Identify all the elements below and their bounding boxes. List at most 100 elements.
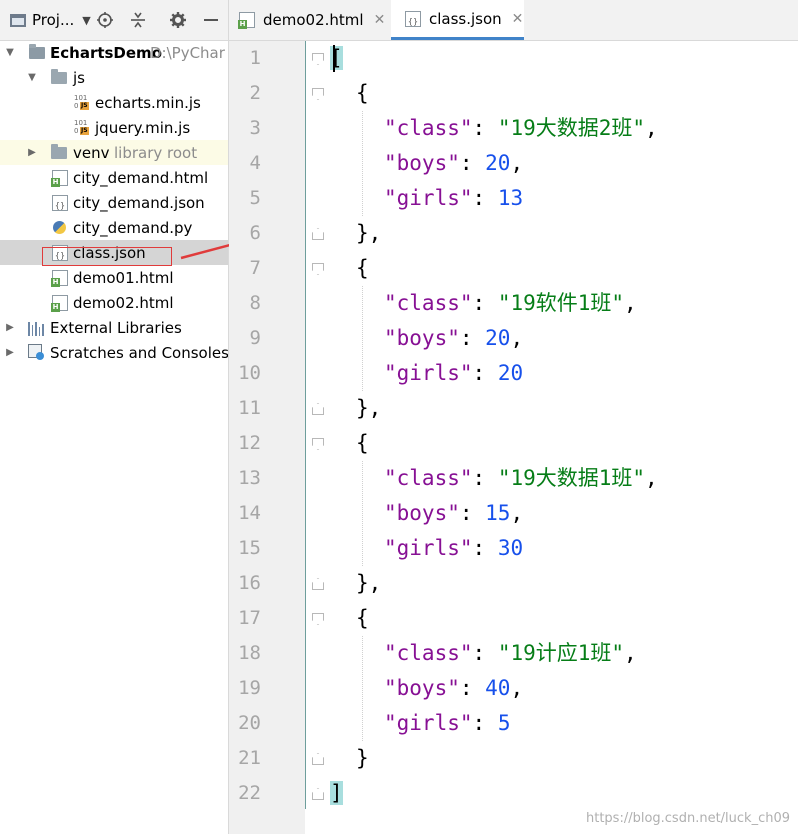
json-string-value: "19软件1班"	[497, 291, 625, 315]
tab-label: class.json	[429, 9, 502, 28]
json-number-value: 15	[485, 501, 511, 525]
indent-guide	[362, 636, 363, 741]
code-line: "boys": 20,	[384, 146, 523, 181]
json-key: "class"	[384, 466, 473, 490]
tree-item-label: jquery.min.js	[95, 118, 191, 137]
code-line: },	[356, 391, 381, 426]
tree-item-echarts-min-js[interactable]: 101 0 JS echarts.min.js	[0, 90, 228, 115]
indent-guide	[362, 461, 363, 566]
line-number: 19	[238, 677, 261, 699]
collapse-all-button[interactable]	[127, 0, 149, 40]
code-line: {	[356, 251, 369, 286]
line-number: 21	[238, 747, 261, 769]
tree-item-demo02-html[interactable]: demo02.html	[0, 290, 228, 315]
json-number-value: 20	[497, 361, 524, 385]
json-brace: },	[356, 396, 382, 420]
tree-item-scratches-and-consoles[interactable]: ▶ Scratches and Consoles	[0, 340, 228, 365]
json-key: "class"	[384, 291, 473, 315]
line-number: 20	[238, 712, 261, 734]
json-file-icon: {}	[52, 195, 68, 211]
hide-panel-button[interactable]	[200, 0, 222, 40]
library-root-hint: library root	[114, 143, 198, 162]
json-number-value: 5	[497, 711, 511, 735]
json-file-icon: {}	[405, 10, 421, 27]
collapsed-arrow-icon[interactable]: ▶	[4, 347, 16, 359]
line-number: 6	[249, 222, 261, 244]
collapse-all-icon	[131, 12, 145, 28]
code-line: {	[356, 601, 369, 636]
code-line: "girls": 20	[384, 356, 523, 391]
json-brace: },	[356, 571, 382, 595]
project-view-selector[interactable]: Proj... ▼	[10, 0, 91, 40]
tree-item-label: js	[73, 68, 85, 87]
tree-item-external-libraries[interactable]: ▶ External Libraries	[0, 315, 228, 340]
tree-item-js[interactable]: ▼ js	[0, 65, 228, 90]
line-number: 10	[238, 362, 261, 384]
tree-item-echartsdemo[interactable]: ▼ EchartsDemo D:\PyChar	[0, 40, 228, 65]
expanded-arrow-icon[interactable]: ▼	[4, 47, 16, 59]
html-file-icon	[51, 295, 68, 312]
code-line: "girls": 30	[384, 531, 523, 566]
json-string-value: "19计应1班"	[497, 641, 625, 665]
collapsed-arrow-icon[interactable]: ▶	[4, 322, 16, 334]
editor-tab-bar: demo02.html ✕ {} class.json ✕	[229, 0, 798, 41]
html-file-icon	[51, 270, 68, 287]
line-number: 9	[249, 327, 261, 349]
code-line: "boys": 20,	[384, 321, 523, 356]
code-line: "boys": 15,	[384, 496, 523, 531]
project-path: D:\PyChar	[150, 43, 225, 62]
json-colon: :	[472, 711, 498, 735]
line-number: 7	[249, 257, 261, 279]
locate-file-button[interactable]	[94, 0, 116, 40]
code-line: ]	[330, 776, 343, 811]
json-brace: }	[356, 746, 369, 770]
close-icon[interactable]: ✕	[512, 11, 524, 27]
code-line: {	[356, 76, 369, 111]
json-brace: },	[356, 221, 382, 245]
line-number: 13	[238, 467, 261, 489]
json-number-value: 20	[485, 151, 511, 175]
json-colon: :	[459, 501, 486, 525]
json-brace: {	[356, 256, 369, 280]
python-file-icon	[53, 221, 66, 234]
text-cursor	[333, 45, 335, 72]
code-editor[interactable]: [{"class": "19大数据2班", "boys": 20, "girls":…	[306, 41, 798, 834]
tree-item-demo01-html[interactable]: demo01.html	[0, 265, 228, 290]
close-icon[interactable]: ✕	[374, 12, 386, 28]
json-key: "class"	[384, 641, 473, 665]
folder-icon	[51, 69, 67, 84]
tree-item-city-demand-json[interactable]: {} city_demand.json	[0, 190, 228, 215]
json-number-value: 20	[485, 326, 511, 350]
tree-item-jquery-min-js[interactable]: 101 0 JS jquery.min.js	[0, 115, 228, 140]
json-key: "class"	[384, 116, 473, 140]
line-number: 11	[238, 397, 261, 419]
watermark: https://blog.csdn.net/luck_ch09	[585, 811, 790, 826]
tree-item-label: External Libraries	[50, 318, 182, 337]
line-number: 5	[249, 187, 261, 209]
line-number: 3	[249, 117, 261, 139]
project-window-icon	[10, 13, 26, 27]
tree-item-city-demand-html[interactable]: city_demand.html	[0, 165, 228, 190]
tree-item-label: demo02.html	[73, 293, 174, 312]
json-key: "boys"	[384, 676, 460, 700]
indent-guide	[362, 286, 363, 391]
line-number: 2	[249, 82, 261, 104]
tree-item-label: venv	[73, 143, 110, 162]
line-number: 8	[249, 292, 261, 314]
tree-item-venv[interactable]: ▶ venv library root	[0, 140, 228, 165]
minimize-icon	[204, 19, 218, 21]
json-key: "boys"	[384, 151, 460, 175]
json-comma: ,	[510, 501, 524, 525]
code-line: },	[356, 216, 381, 251]
json-comma: ,	[510, 151, 524, 175]
json-colon: :	[472, 466, 498, 490]
line-number: 17	[238, 607, 261, 629]
collapsed-arrow-icon[interactable]: ▶	[26, 147, 38, 159]
tab-class-json[interactable]: {} class.json ✕	[391, 0, 524, 40]
line-number: 14	[238, 502, 261, 524]
code-line: }	[356, 741, 369, 776]
tab-demo02-html[interactable]: demo02.html ✕	[238, 0, 386, 40]
expanded-arrow-icon[interactable]: ▼	[26, 72, 38, 84]
settings-button[interactable]	[167, 0, 189, 40]
json-key: "girls"	[384, 711, 473, 735]
